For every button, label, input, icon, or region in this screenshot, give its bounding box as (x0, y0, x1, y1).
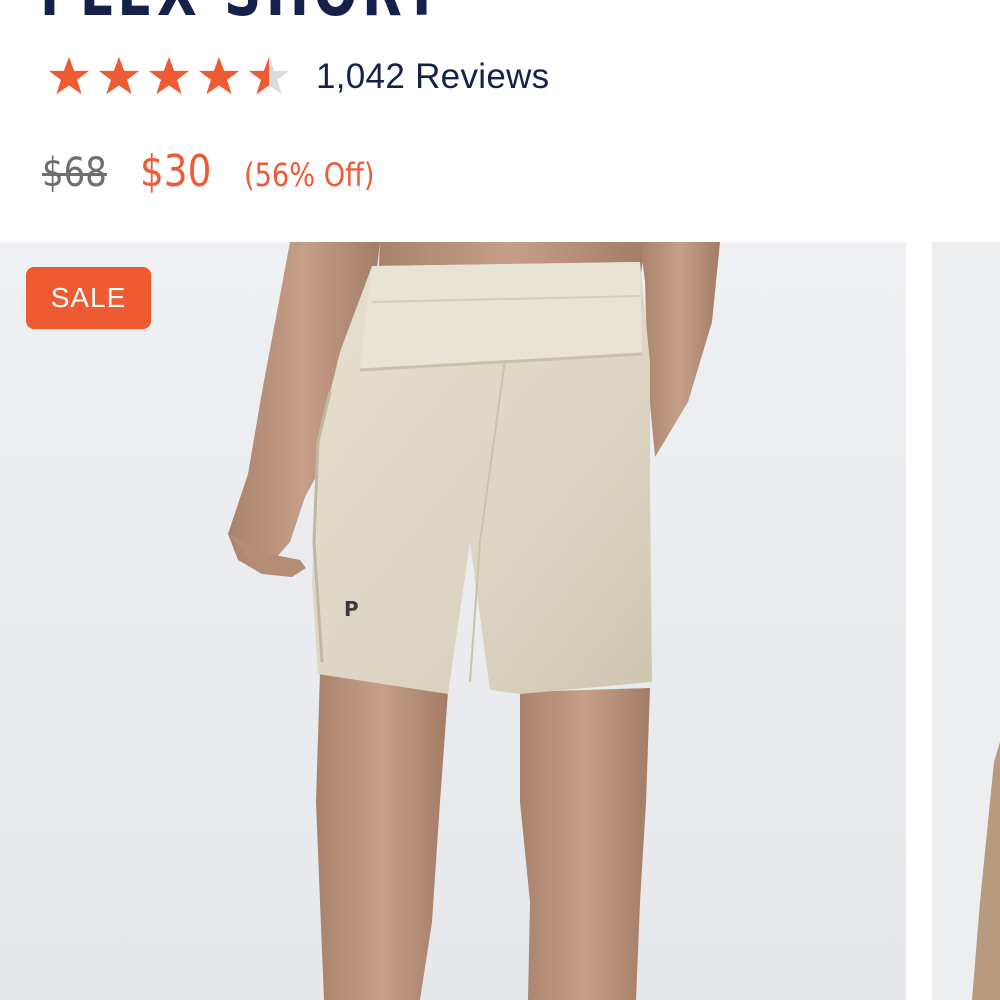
star-icon (198, 56, 240, 95)
reviews-link[interactable]: 1,042 Reviews (316, 57, 549, 97)
product-image-main[interactable]: P SALE (0, 242, 906, 1000)
rating-row[interactable]: 1,042 Reviews (44, 52, 549, 102)
sale-badge: SALE (26, 267, 151, 329)
product-image-next-peek[interactable] (932, 242, 1000, 1000)
product-photo: P (228, 242, 720, 1000)
half-star-icon (248, 56, 290, 95)
discount-label: (56% Off) (244, 156, 375, 194)
product-gallery[interactable]: P SALE (0, 242, 1000, 1000)
product-title: FLEX SHORT (40, 0, 444, 26)
star-icon (48, 56, 90, 95)
svg-text:P: P (344, 597, 359, 621)
original-price: $68 (42, 150, 107, 196)
star-icon (148, 56, 190, 95)
star-icon (98, 56, 140, 95)
sale-price: $30 (140, 146, 212, 197)
star-rating (44, 54, 294, 100)
next-photo-peek (972, 742, 1000, 1000)
price-row: $68 $30 (56% Off) (42, 146, 398, 197)
